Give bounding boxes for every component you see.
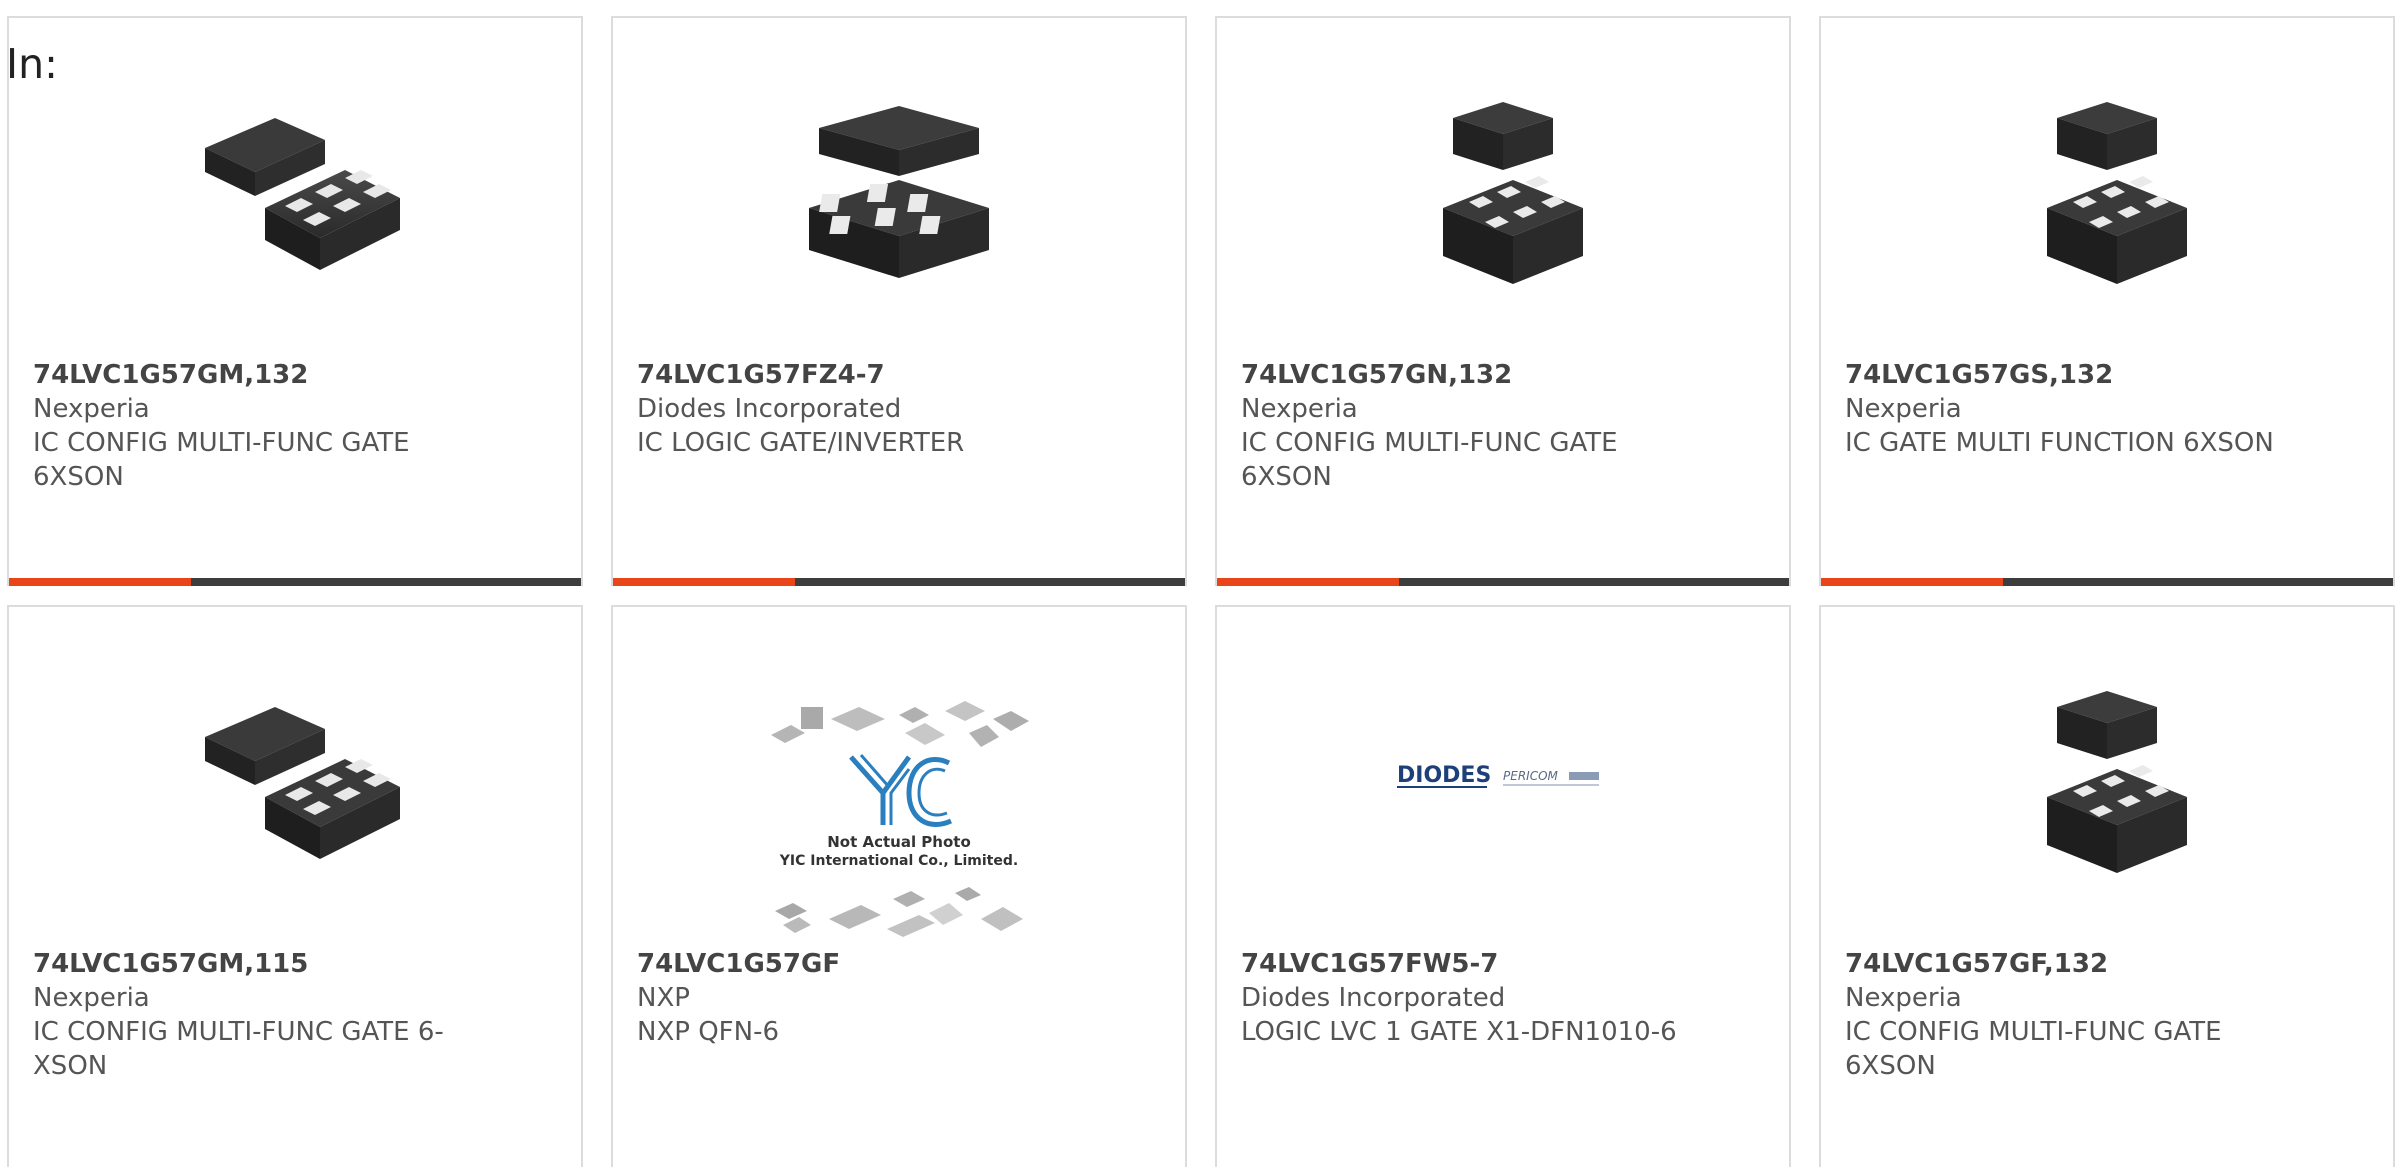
product-image[interactable] (1217, 78, 1789, 308)
product-card[interactable]: 74LVC1G57GM,115 Nexperia IC CONFIG MULTI… (7, 605, 583, 1167)
card-progress-bar (9, 578, 581, 586)
product-description: LOGIC LVC 1 GATE X1-DFN1010-6 (1241, 1017, 1677, 1047)
part-number-link[interactable]: 74LVC1G57GM,115 (33, 947, 473, 981)
diodes-pericom-logo: DIODES PERICOM (1397, 763, 1599, 788)
card-progress-bar (613, 578, 1185, 586)
xson-package-chip-icon (2047, 691, 2187, 873)
part-number-link[interactable]: 74LVC1G57GN,132 (1241, 358, 1681, 392)
manufacturer-name: Nexperia (1845, 394, 1962, 424)
product-card[interactable]: 74LVC1G57GS,132 Nexperia IC GATE MULTI F… (1819, 16, 2395, 586)
xson-package-chip-icon (2047, 102, 2187, 284)
product-description: IC CONFIG MULTI-FUNC GATE 6XSON (33, 428, 410, 492)
product-info: 74LVC1G57GM,115 Nexperia IC CONFIG MULTI… (33, 947, 473, 1083)
xson-package-chip-icon (1443, 102, 1583, 284)
product-card[interactable]: 74LVC1G57GM,132 Nexperia IC CONFIG MULTI… (7, 16, 583, 586)
manufacturer-name: Diodes Incorporated (1241, 983, 1506, 1013)
part-number-link[interactable]: 74LVC1G57GF (637, 947, 1077, 981)
product-info: 74LVC1G57GN,132 Nexperia IC CONFIG MULTI… (1241, 358, 1681, 494)
product-image[interactable] (613, 78, 1185, 308)
product-card[interactable]: 74LVC1G57FZ4-7 Diodes Incorporated IC LO… (611, 16, 1187, 586)
in-label: In: (6, 40, 58, 88)
manufacturer-name: Nexperia (33, 394, 150, 424)
part-number-link[interactable]: 74LVC1G57GF,132 (1845, 947, 2285, 981)
product-image[interactable] (1821, 78, 2393, 308)
product-grid-page: In: 74LVC1G57GM,132 Nexperia IC CONFIG M… (0, 0, 2400, 1167)
card-bar-accent (1217, 578, 1399, 586)
card-progress-bar (1217, 578, 1789, 586)
product-card[interactable]: Not Actual Photo YIC International Co., … (611, 605, 1187, 1167)
manufacturer-name: Nexperia (33, 983, 150, 1013)
part-number-link[interactable]: 74LVC1G57FZ4-7 (637, 358, 1077, 392)
product-description: NXP QFN-6 (637, 1017, 779, 1047)
product-info: 74LVC1G57GF,132 Nexperia IC CONFIG MULTI… (1845, 947, 2285, 1083)
placeholder-caption-2: YIC International Co., Limited. (779, 853, 1018, 869)
card-bar-accent (613, 578, 795, 586)
product-card[interactable]: DIODES PERICOM 74LVC1G57FW5-7 Diodes Inc… (1215, 605, 1791, 1167)
product-description: IC CONFIG MULTI-FUNC GATE 6XSON (1845, 1017, 2222, 1081)
part-number-link[interactable]: 74LVC1G57GM,132 (33, 358, 473, 392)
yic-logo-icon (849, 754, 953, 827)
card-progress-bar (1821, 578, 2393, 586)
product-description: IC LOGIC GATE/INVERTER (637, 428, 965, 458)
product-info: 74LVC1G57FW5-7 Diodes Incorporated LOGIC… (1241, 947, 1681, 1049)
product-description: IC CONFIG MULTI-FUNC GATE 6XSON (1241, 428, 1618, 492)
product-description: IC CONFIG MULTI-FUNC GATE 6-XSON (33, 1017, 444, 1081)
product-image[interactable]: Not Actual Photo YIC International Co., … (613, 697, 1185, 947)
xson-package-chip-icon (205, 707, 400, 859)
product-info: 74LVC1G57FZ4-7 Diodes Incorporated IC LO… (637, 358, 1077, 460)
part-number-link[interactable]: 74LVC1G57GS,132 (1845, 358, 2285, 392)
product-info: 74LVC1G57GS,132 Nexperia IC GATE MULTI F… (1845, 358, 2285, 460)
product-description: IC GATE MULTI FUNCTION 6XSON (1845, 428, 2274, 458)
xson-package-chip-icon (205, 118, 400, 270)
card-bar-accent (9, 578, 191, 586)
manufacturer-name: NXP (637, 983, 690, 1013)
product-image[interactable] (1821, 667, 2393, 897)
product-info: 74LVC1G57GF NXP NXP QFN-6 (637, 947, 1077, 1049)
card-bar-accent (1821, 578, 2003, 586)
xson-package-chip-icon (809, 106, 989, 278)
manufacturer-name: Diodes Incorporated (637, 394, 902, 424)
part-number-link[interactable]: 74LVC1G57FW5-7 (1241, 947, 1681, 981)
pericom-logo-text: PERICOM (1503, 769, 1559, 783)
product-image[interactable] (9, 667, 581, 897)
manufacturer-name: Nexperia (1241, 394, 1358, 424)
manufacturer-name: Nexperia (1845, 983, 1962, 1013)
product-info: 74LVC1G57GM,132 Nexperia IC CONFIG MULTI… (33, 358, 473, 494)
product-card[interactable]: 74LVC1G57GF,132 Nexperia IC CONFIG MULTI… (1819, 605, 2395, 1167)
product-card[interactable]: 74LVC1G57GN,132 Nexperia IC CONFIG MULTI… (1215, 16, 1791, 586)
diodes-logo-text: DIODES (1397, 763, 1491, 788)
product-image[interactable]: DIODES PERICOM (1217, 667, 1789, 897)
product-image[interactable] (9, 78, 581, 308)
placeholder-caption-1: Not Actual Photo (827, 833, 971, 851)
not-actual-photo-placeholder: Not Actual Photo YIC International Co., … (771, 701, 1029, 937)
